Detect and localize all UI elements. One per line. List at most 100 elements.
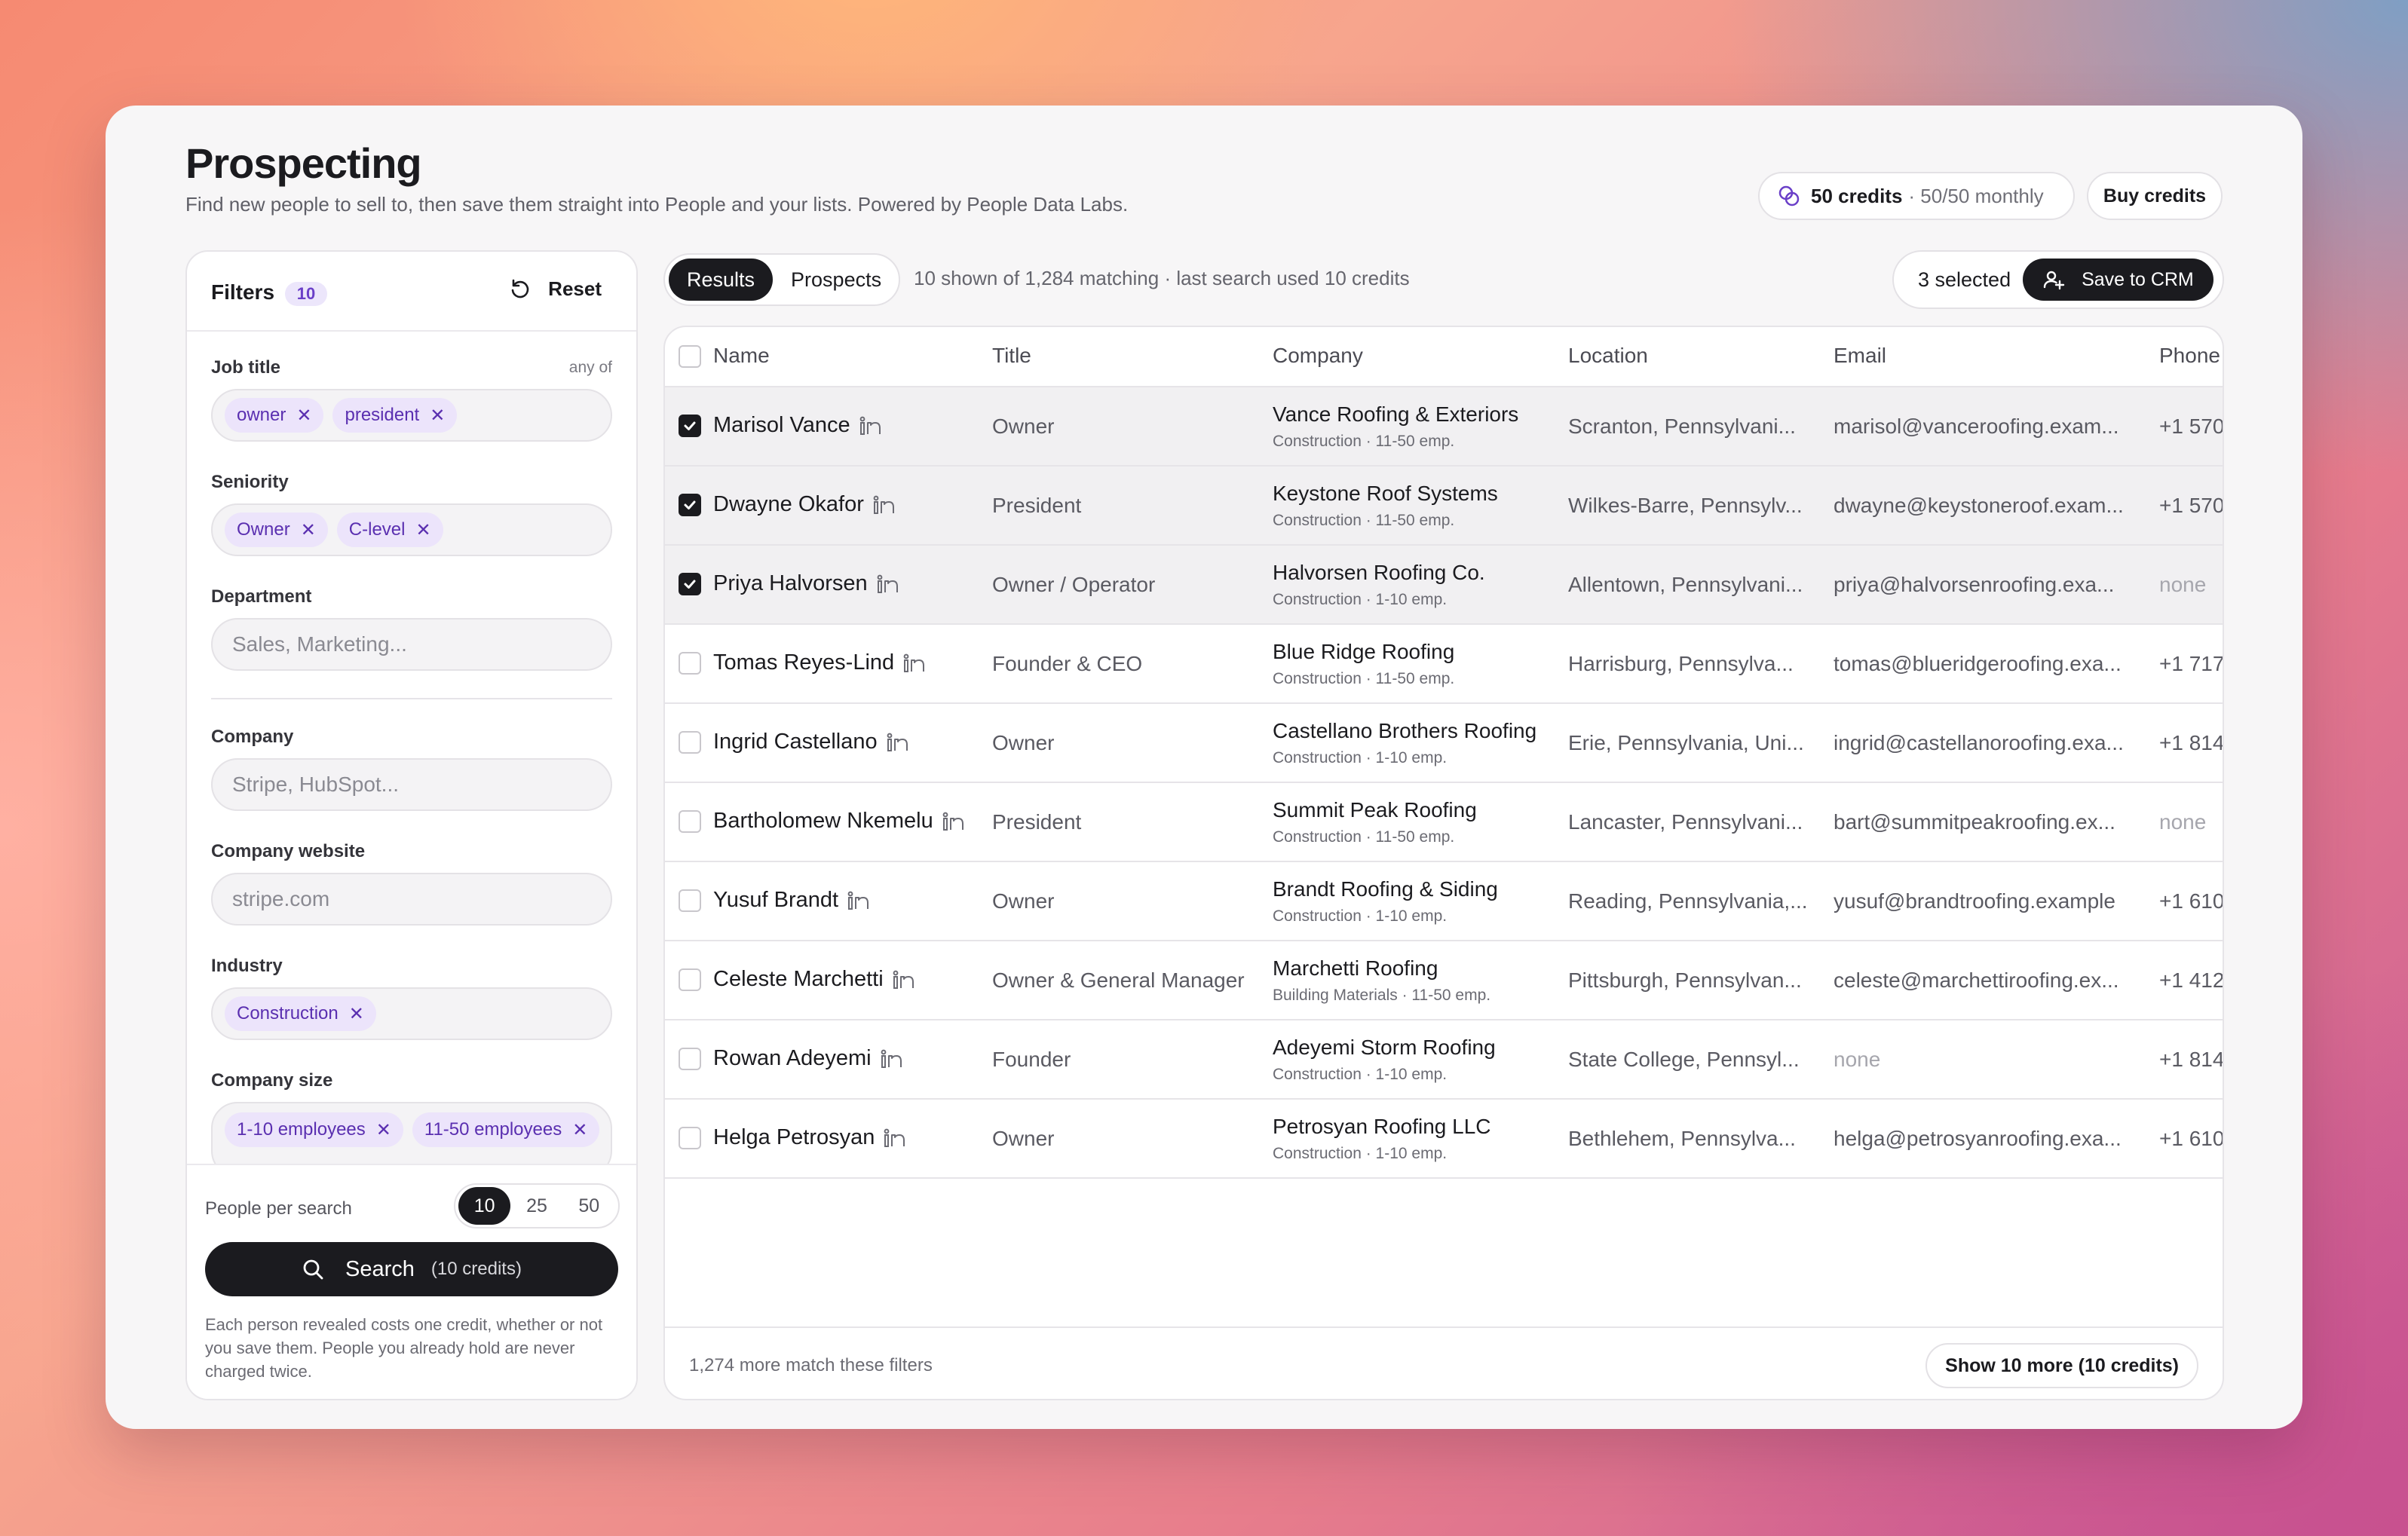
pps-option-25[interactable]: 25 [510,1187,562,1225]
location: Scranton, Pennsylvani... [1568,415,1796,438]
job-title-field[interactable]: owner ✕ president ✕ [211,389,612,442]
email[interactable]: helga@petrosyanroofing.exa... [1834,1127,2131,1151]
linkedin-icon[interactable] [893,970,915,990]
tab-prospects[interactable]: Prospects [773,259,899,301]
linkedin-icon[interactable] [903,653,926,673]
column-header-email[interactable]: Email [1834,344,1886,368]
company-details: Construction · 11-50 emp. [1273,670,1455,687]
buy-credits-button[interactable]: Buy credits [2087,172,2223,220]
linkedin-icon[interactable] [847,891,870,910]
column-header-name[interactable]: Name [713,344,770,368]
person-title: Owner [992,1127,1055,1150]
email[interactable]: celeste@marchettiroofing.ex... [1834,968,2131,993]
table-row[interactable]: Rowan Adeyemi Founder Adeyemi Storm Roofin… [665,1020,2223,1100]
industry-field[interactable]: Construction ✕ [211,987,612,1040]
remove-chip-icon[interactable]: ✕ [296,405,311,427]
pps-option-50[interactable]: 50 [563,1187,615,1225]
location: Bethlehem, Pennsylva... [1568,1127,1796,1150]
person-name[interactable]: Bartholomew Nkemelu [713,809,965,834]
person-name[interactable]: Marisol Vance [713,413,882,438]
person-title: Owner / Operator [992,573,1156,596]
company-name: Castellano Brothers Roofing [1273,719,1537,742]
email[interactable]: marisol@vanceroofing.exam... [1834,415,2131,439]
credits-pill[interactable]: 50 credits · 50/50 monthly [1758,172,2075,220]
linkedin-icon[interactable] [884,1128,906,1148]
reset-button[interactable]: Reset [509,277,602,301]
table-row[interactable]: Bartholomew Nkemelu President Summit Peak … [665,783,2223,862]
person-name[interactable]: Helga Petrosyan [713,1125,906,1150]
row-checkbox[interactable] [679,810,701,833]
person-name[interactable]: Priya Halvorsen [713,571,899,596]
job-title-match-hint[interactable]: any of [569,359,612,377]
linkedin-icon[interactable] [887,733,909,752]
company-label: Company [211,727,294,747]
row-checkbox[interactable] [679,494,701,516]
remove-chip-icon[interactable]: ✕ [376,1119,391,1141]
remove-chip-icon[interactable]: ✕ [349,1003,364,1025]
company-input[interactable]: Stripe, HubSpot... [211,758,612,811]
person-name[interactable]: Ingrid Castellano [713,730,909,754]
credits-coin-icon [1778,185,1800,207]
email[interactable]: priya@halvorsenroofing.exa... [1834,573,2131,597]
row-checkbox[interactable] [679,889,701,912]
person-name[interactable]: Tomas Reyes-Lind [713,650,926,675]
table-row[interactable]: Yusuf Brandt Owner Brandt Roofing & Siding… [665,862,2223,941]
person-name[interactable]: Yusuf Brandt [713,888,870,913]
remove-chip-icon[interactable]: ✕ [301,519,316,541]
column-header-phone[interactable]: Phone [2159,344,2220,368]
company-website-input[interactable]: stripe.com [211,873,612,926]
person-name[interactable]: Rowan Adeyemi [713,1046,903,1071]
table-row[interactable]: Dwayne Okafor President Keystone Roof Syst… [665,467,2223,546]
table-row[interactable]: Tomas Reyes-Lind Founder & CEO Blue Ridge … [665,625,2223,704]
search-button[interactable]: Search (10 credits) [205,1242,618,1296]
chip-seniority: Owner ✕ [225,513,328,547]
table-row[interactable]: Helga Petrosyan Owner Petrosyan Roofing LL… [665,1100,2223,1179]
row-checkbox[interactable] [679,1127,701,1149]
row-checkbox[interactable] [679,415,701,437]
phone: +1 570 [2159,494,2224,517]
remove-chip-icon[interactable]: ✕ [430,405,445,427]
linkedin-icon[interactable] [942,812,965,831]
column-header-title[interactable]: Title [992,344,1031,368]
row-checkbox[interactable] [679,968,701,991]
save-to-crm-button[interactable]: Save to CRM [2023,259,2213,301]
pps-option-10[interactable]: 10 [458,1187,511,1225]
tab-results[interactable]: Results [669,259,774,301]
email[interactable]: dwayne@keystoneroof.exam... [1834,494,2131,518]
row-checkbox[interactable] [679,1048,701,1070]
person-name[interactable]: Dwayne Okafor [713,492,896,517]
chip-company-size: 1-10 employees ✕ [225,1112,403,1147]
phone: +1 412 [2159,968,2224,992]
table-row[interactable]: Ingrid Castellano Owner Castellano Brother… [665,704,2223,783]
linkedin-icon[interactable] [877,574,899,594]
job-title-label: Job title [211,357,281,378]
email[interactable]: ingrid@castellanoroofing.exa... [1834,731,2131,755]
show-more-button[interactable]: Show 10 more (10 credits) [1925,1343,2198,1388]
column-header-location[interactable]: Location [1568,344,1648,368]
table-row[interactable]: Celeste Marchetti Owner & General Manager… [665,941,2223,1020]
linkedin-icon[interactable] [859,416,882,436]
table-row[interactable]: Priya Halvorsen Owner / Operator Halvorsen… [665,546,2223,625]
linkedin-icon[interactable] [873,495,896,515]
phone: +1 610 [2159,1127,2224,1150]
seniority-label: Seniority [211,472,289,492]
person-name[interactable]: Celeste Marchetti [713,967,915,992]
add-user-icon [2043,271,2065,290]
row-checkbox[interactable] [679,573,701,595]
email[interactable]: tomas@blueridgeroofing.exa... [1834,652,2131,676]
row-checkbox[interactable] [679,652,701,675]
column-header-company[interactable]: Company [1273,344,1363,368]
department-input[interactable]: Sales, Marketing... [211,618,612,671]
save-to-crm-label: Save to CRM [2082,268,2194,290]
remove-chip-icon[interactable]: ✕ [415,519,430,541]
table-row[interactable]: Marisol Vance Owner Vance Roofing & Exteri… [665,387,2223,467]
remove-chip-icon[interactable]: ✕ [572,1119,587,1141]
email[interactable]: bart@summitpeakroofing.ex... [1834,810,2131,834]
row-checkbox[interactable] [679,731,701,754]
seniority-field[interactable]: Owner ✕ C-level ✕ [211,503,612,556]
more-matches-text: 1,274 more match these filters [689,1355,933,1375]
linkedin-icon[interactable] [881,1049,903,1069]
email[interactable]: yusuf@brandtroofing.example [1834,889,2131,913]
select-all-checkbox[interactable] [679,345,701,368]
person-title: Owner & General Manager [992,968,1245,992]
